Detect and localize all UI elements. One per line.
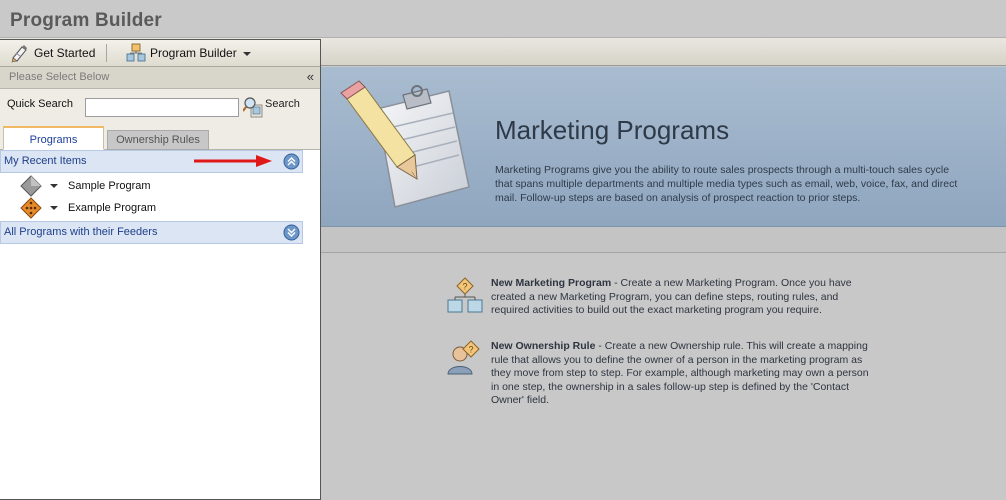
new-ownership-rule-link[interactable]: New Ownership Rule <box>491 340 595 352</box>
svg-text:?: ? <box>468 345 473 355</box>
page-title: Marketing Programs <box>495 115 730 145</box>
select-hint: Please Select Below <box>9 71 110 83</box>
list-item-sample-program[interactable]: Sample Program <box>20 175 151 197</box>
tab-ownership-rules[interactable]: Ownership Rules <box>107 130 209 150</box>
list-item-label: Example Program <box>68 202 157 214</box>
divider-strip <box>321 227 1006 253</box>
new-marketing-program-icon: ? <box>447 277 483 313</box>
get-started-icon <box>11 45 27 63</box>
program-builder-icon <box>126 43 146 62</box>
program-selector-panel: Get Started Program Builder Please Selec… <box>0 39 321 500</box>
chevron-down-icon <box>242 52 251 56</box>
all-programs-header[interactable]: All Programs with their Feeders <box>0 221 303 244</box>
main-content: Marketing Programs Marketing Programs gi… <box>321 67 1006 500</box>
red-arrow-annotation <box>194 155 272 167</box>
all-programs-label: All Programs with their Feeders <box>4 226 158 238</box>
chevron-down-icon[interactable] <box>50 184 58 188</box>
panel-program-builder-button[interactable]: Program Builder <box>126 43 251 63</box>
orange-diamond-icon <box>20 197 42 219</box>
list-item-label: Sample Program <box>68 180 151 192</box>
title-bar: Program Builder <box>0 0 1006 38</box>
panel-tabs: Programs Ownership Rules <box>0 126 320 150</box>
search-icon <box>243 97 263 118</box>
quick-search-label: Quick Search <box>7 98 74 110</box>
panel-get-started-button[interactable]: Get Started <box>10 43 95 63</box>
my-recent-items-label: My Recent Items <box>4 155 87 167</box>
get-started-label: Get Started <box>34 46 96 60</box>
collapse-panel-icon[interactable]: « <box>307 69 314 84</box>
expand-section-icon[interactable] <box>283 224 300 241</box>
new-ownership-rule-action: ? New Ownership Rule - Create a new Owne… <box>447 340 871 408</box>
new-marketing-program-link[interactable]: New Marketing Program <box>491 277 611 289</box>
search-button[interactable]: Search <box>243 96 300 118</box>
new-marketing-program-action: ? New Marketing Program - Create a new M… <box>447 277 871 318</box>
new-ownership-rule-icon: ? <box>447 340 480 375</box>
quick-search-area: Quick Search Search <box>0 89 320 126</box>
svg-text:?: ? <box>462 282 467 292</box>
collapse-section-icon[interactable] <box>283 153 300 170</box>
select-bar: Please Select Below « <box>0 67 320 89</box>
hero-banner: Marketing Programs Marketing Programs gi… <box>321 67 1006 227</box>
search-button-label: Search <box>265 98 300 110</box>
clipboard-pencil-icon <box>340 80 470 208</box>
app-title: Program Builder <box>10 10 162 31</box>
grey-diamond-icon <box>20 175 42 197</box>
chevron-down-icon[interactable] <box>50 206 58 210</box>
page-description: Marketing Programs give you the ability … <box>495 164 958 204</box>
quick-search-input[interactable] <box>85 98 239 117</box>
toolbar-separator <box>106 44 107 62</box>
tab-programs[interactable]: Programs <box>3 126 104 150</box>
list-item-example-program[interactable]: Example Program <box>20 197 156 219</box>
panel-toolbar: Get Started Program Builder <box>0 40 320 67</box>
program-builder-label: Program Builder <box>150 46 237 60</box>
